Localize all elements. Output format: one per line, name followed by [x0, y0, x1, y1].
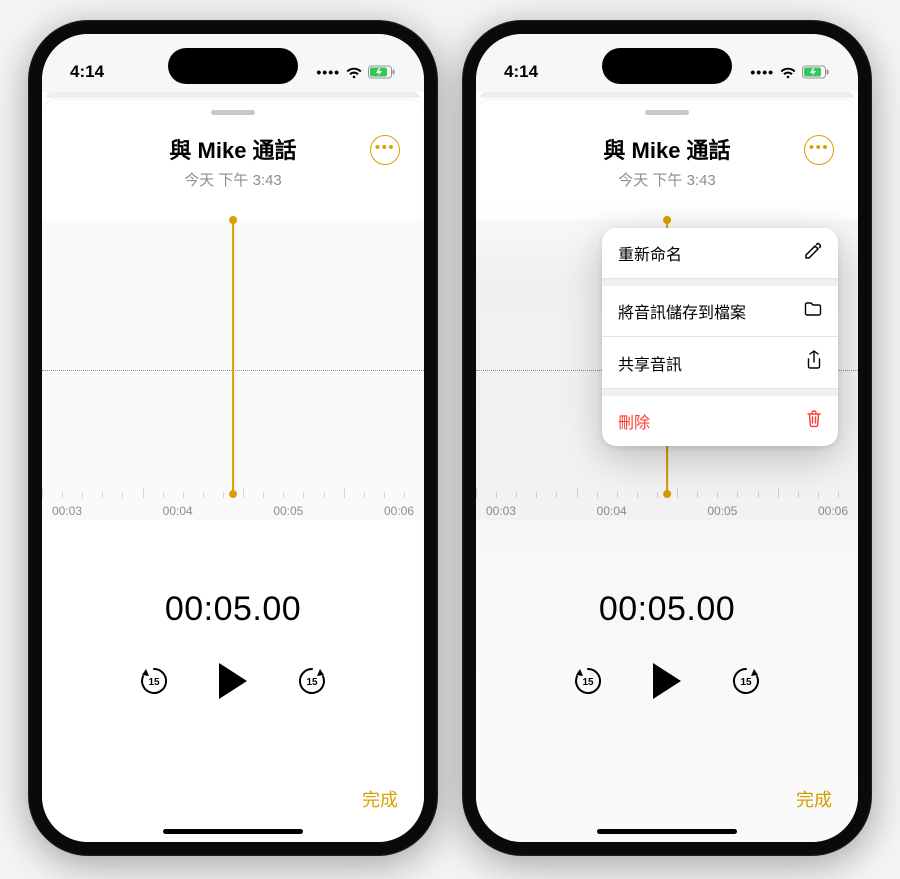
done-button[interactable]: 完成 — [796, 786, 832, 812]
status-right: •••• — [750, 64, 830, 80]
pencil-icon — [804, 242, 822, 265]
recording-title: 與 Mike 通話 — [496, 133, 838, 165]
battery-charging-icon — [802, 65, 830, 79]
home-indicator[interactable] — [163, 829, 303, 834]
timeline[interactable]: 00:03 00:04 00:05 00:06 — [42, 484, 424, 520]
cellular-icon: •••• — [316, 64, 340, 80]
menu-save-to-files[interactable]: 將音訊儲存到檔案 — [602, 286, 838, 337]
skip-forward-15-button[interactable]: 15 — [295, 664, 329, 698]
playhead[interactable] — [232, 220, 234, 494]
context-menu: 重新命名 將音訊儲存到檔案 共享音訊 — [602, 228, 838, 446]
iphone-device-left: 4:14 •••• 與 Mike 通話 今天 下午 3:43 ••• — [28, 20, 438, 856]
tick-labels: 00:03 00:04 00:05 00:06 — [42, 504, 424, 518]
title-row: 與 Mike 通話 今天 下午 3:43 ••• — [42, 133, 424, 190]
tick-label: 00:06 — [818, 504, 848, 518]
play-button[interactable] — [645, 659, 689, 703]
timecode: 00:05.00 — [42, 590, 424, 629]
screen: 4:14 •••• 與 Mike 通話 今天 下午 3:43 ••• — [42, 34, 424, 842]
playback-controls: 15 15 — [476, 659, 858, 703]
dynamic-island — [168, 48, 298, 84]
tick-marks — [476, 488, 858, 498]
tick-label: 00:03 — [486, 504, 516, 518]
home-indicator[interactable] — [597, 829, 737, 834]
waveform-area[interactable]: 00:03 00:04 00:05 00:06 — [42, 220, 424, 520]
dynamic-island — [602, 48, 732, 84]
folder-icon — [804, 301, 822, 322]
menu-rename[interactable]: 重新命名 — [602, 228, 838, 279]
recording-title: 與 Mike 通話 — [62, 133, 404, 165]
iphone-device-right: 4:14 •••• 與 Mike 通話 今天 下午 3:43 ••• — [462, 20, 872, 856]
tick-label: 00:04 — [597, 504, 627, 518]
menu-label: 共享音訊 — [618, 351, 682, 375]
svg-text:15: 15 — [148, 677, 160, 688]
battery-charging-icon — [368, 65, 396, 79]
tick-marks — [42, 488, 424, 498]
menu-separator — [602, 279, 838, 286]
wifi-icon — [345, 66, 363, 79]
menu-label: 重新命名 — [618, 241, 682, 265]
sheet-grabber[interactable] — [645, 110, 689, 115]
more-options-button[interactable]: ••• — [370, 135, 400, 165]
timeline[interactable]: 00:03 00:04 00:05 00:06 — [476, 484, 858, 520]
recording-sheet: 與 Mike 通話 今天 下午 3:43 ••• 重新命名 將音訊儲存到檔案 — [476, 100, 858, 842]
more-options-button[interactable]: ••• — [804, 135, 834, 165]
recording-subtitle: 今天 下午 3:43 — [62, 169, 404, 190]
playback-controls: 15 15 — [42, 659, 424, 703]
tick-label: 00:06 — [384, 504, 414, 518]
done-button[interactable]: 完成 — [362, 786, 398, 812]
menu-share-audio[interactable]: 共享音訊 — [602, 337, 838, 389]
wifi-icon — [779, 66, 797, 79]
trash-icon — [806, 410, 822, 433]
status-right: •••• — [316, 64, 396, 80]
menu-label: 將音訊儲存到檔案 — [618, 299, 746, 323]
menu-separator — [602, 389, 838, 396]
recording-subtitle: 今天 下午 3:43 — [496, 169, 838, 190]
tick-labels: 00:03 00:04 00:05 00:06 — [476, 504, 858, 518]
status-time: 4:14 — [70, 62, 104, 82]
menu-delete[interactable]: 刪除 — [602, 396, 838, 446]
title-row: 與 Mike 通話 今天 下午 3:43 ••• — [476, 133, 858, 190]
cellular-icon: •••• — [750, 64, 774, 80]
sheet-behind-edge — [480, 92, 854, 98]
menu-label: 刪除 — [618, 409, 650, 433]
status-time: 4:14 — [504, 62, 538, 82]
tick-label: 00:04 — [163, 504, 193, 518]
tick-label: 00:03 — [52, 504, 82, 518]
skip-back-15-button[interactable]: 15 — [571, 664, 605, 698]
sheet-behind-edge — [46, 92, 420, 98]
play-button[interactable] — [211, 659, 255, 703]
share-icon — [806, 350, 822, 375]
svg-text:15: 15 — [306, 677, 318, 688]
skip-back-15-button[interactable]: 15 — [137, 664, 171, 698]
tick-label: 00:05 — [273, 504, 303, 518]
skip-forward-15-button[interactable]: 15 — [729, 664, 763, 698]
screen: 4:14 •••• 與 Mike 通話 今天 下午 3:43 ••• — [476, 34, 858, 842]
sheet-grabber[interactable] — [211, 110, 255, 115]
timecode: 00:05.00 — [476, 590, 858, 629]
svg-text:15: 15 — [582, 677, 594, 688]
recording-sheet: 與 Mike 通話 今天 下午 3:43 ••• 00:03 00 — [42, 100, 424, 842]
svg-text:15: 15 — [740, 677, 752, 688]
tick-label: 00:05 — [707, 504, 737, 518]
